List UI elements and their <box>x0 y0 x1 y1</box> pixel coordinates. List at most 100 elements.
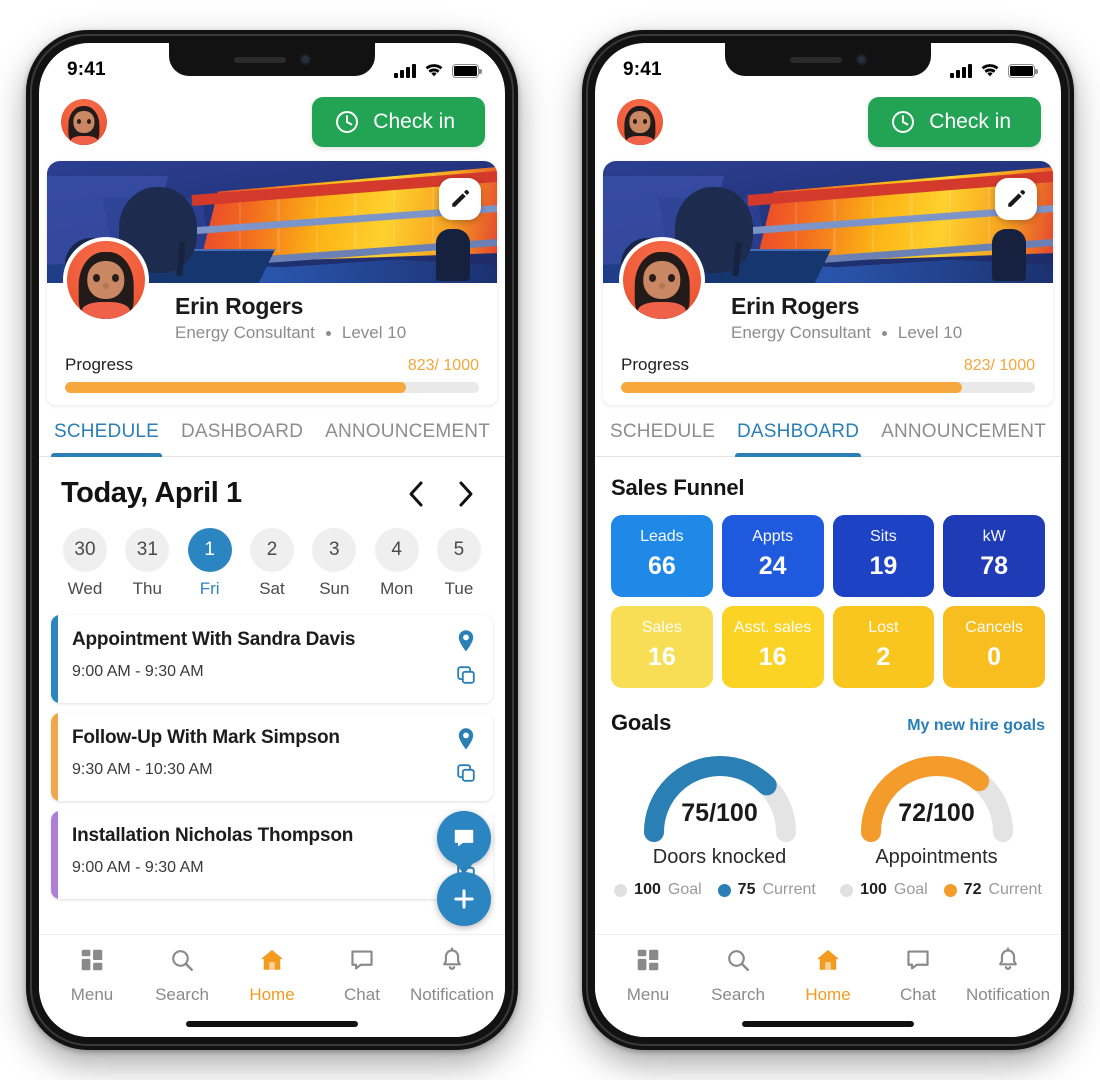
nav-item-home[interactable]: Home <box>784 947 872 1005</box>
date-weekday: Sun <box>319 579 350 598</box>
date-cell-sun[interactable]: 3 Sun <box>306 528 362 599</box>
edit-banner-button[interactable] <box>439 178 481 220</box>
date-weekday: Sat <box>259 579 285 598</box>
wifi-icon <box>425 64 443 77</box>
legend-text: Goal <box>667 881 702 898</box>
date-cell-fri[interactable]: 1 Fri <box>182 528 238 599</box>
progress-bar-fill <box>621 382 962 393</box>
appointment-title: Appointment With Sandra Davis <box>72 629 356 650</box>
tab-schedule[interactable]: SCHEDULE <box>43 405 170 457</box>
funnel-tile-value: 16 <box>647 643 676 671</box>
date-cell-wed[interactable]: 30 Wed <box>57 528 113 599</box>
legend-text: Current <box>988 881 1042 898</box>
gauge-value: 72/100 <box>898 799 975 827</box>
appointment-card[interactable]: Follow-Up With Mark Simpson 9:30 AM - 10:… <box>51 713 493 801</box>
bottom-nav-right: Menu Search Home Chat Notification <box>595 934 1061 1011</box>
floating-action-buttons <box>437 811 491 926</box>
user-avatar[interactable] <box>61 99 107 145</box>
gauge-label: Appointments <box>875 846 998 868</box>
nav-item-search[interactable]: Search <box>694 947 782 1005</box>
funnel-tile-asst-sales[interactable]: Asst. sales 16 <box>721 606 824 688</box>
date-cell-tue[interactable]: 5 Tue <box>431 528 487 599</box>
funnel-tile-sits[interactable]: Sits 19 <box>832 515 935 597</box>
appointment-card[interactable]: Appointment With Sandra Davis 9:00 AM - 9… <box>51 615 493 703</box>
nav-item-notification[interactable]: Notification <box>964 947 1052 1005</box>
funnel-tile-label: Cancels <box>965 619 1024 636</box>
nav-item-label: Menu <box>70 985 114 1004</box>
home-icon <box>258 947 286 978</box>
nav-item-menu[interactable]: Menu <box>604 947 692 1005</box>
appointment-title: Follow-Up With Mark Simpson <box>72 727 340 748</box>
date-number: 1 <box>187 528 232 572</box>
date-cell-mon[interactable]: 4 Mon <box>369 528 425 599</box>
profile-meta: Energy Consultant Level 10 <box>175 323 479 343</box>
phone-right-dashboard: 9:41 Check in Erin Rogers Energy Consult… <box>582 30 1074 1050</box>
edit-banner-button[interactable] <box>995 178 1037 220</box>
my-new-hire-goals-link[interactable]: My new hire goals <box>907 717 1045 735</box>
profile-name: Erin Rogers <box>175 293 304 319</box>
gauge-doors-knocked: 75/100 Doors knocked <box>611 742 828 869</box>
nav-item-notification[interactable]: Notification <box>408 947 496 1005</box>
legend-text: Goal <box>893 881 928 898</box>
funnel-tile-value: 0 <box>987 643 1002 671</box>
appointment-list: Appointment With Sandra Davis 9:00 AM - 9… <box>39 603 505 899</box>
add-fab-button[interactable] <box>437 872 491 926</box>
legend-value: 100 <box>634 881 661 898</box>
date-cell-sat[interactable]: 2 Sat <box>244 528 300 599</box>
status-time: 9:41 <box>623 59 662 80</box>
next-day-button[interactable] <box>455 479 477 509</box>
nav-item-label: Notification <box>409 985 495 1004</box>
date-number: 5 <box>436 528 481 572</box>
chat-icon <box>349 947 375 978</box>
tab-announcement[interactable]: ANNOUNCEMENT <box>314 405 501 456</box>
plus-icon <box>454 889 474 909</box>
tab-dashboard[interactable]: DASHBOARD <box>170 405 314 456</box>
appointment-color-stripe <box>51 615 58 703</box>
tab-schedule[interactable]: SCHEDULE <box>599 405 726 456</box>
legend-value: 75 <box>737 881 756 898</box>
schedule-date-title: Today, April 1 <box>61 477 242 509</box>
funnel-tile-appts[interactable]: Appts 24 <box>721 515 824 597</box>
nav-item-chat[interactable]: Chat <box>318 947 406 1005</box>
funnel-tile-label: Sales <box>641 619 682 636</box>
search-icon <box>725 947 751 978</box>
location-pin-icon[interactable] <box>456 629 476 660</box>
nav-item-menu[interactable]: Menu <box>48 947 136 1005</box>
appointment-time: 9:00 AM - 9:30 AM <box>72 663 204 680</box>
progress-value: 823/ 1000 <box>963 357 1035 374</box>
check-in-button[interactable]: Check in <box>312 97 485 147</box>
tab-announcement[interactable]: ANNOUNCEMENT <box>870 405 1057 456</box>
user-avatar[interactable] <box>617 99 663 145</box>
funnel-tile-lost[interactable]: Lost 2 <box>832 606 935 688</box>
date-number: 4 <box>374 528 419 572</box>
nav-item-search[interactable]: Search <box>138 947 226 1005</box>
nav-item-home[interactable]: Home <box>228 947 316 1005</box>
bottom-nav-left: Menu Search Home Chat Notification <box>39 934 505 1011</box>
date-number: 31 <box>125 528 170 572</box>
tab-dashboard[interactable]: DASHBOARD <box>726 405 870 457</box>
funnel-tile-sales[interactable]: Sales 16 <box>611 606 713 688</box>
chat-fab-button[interactable] <box>437 811 491 865</box>
status-time: 9:41 <box>67 59 106 80</box>
nav-item-label: Search <box>711 985 765 1004</box>
prev-day-button[interactable] <box>405 479 427 509</box>
phone-notch <box>725 43 931 76</box>
check-in-label: Check in <box>929 110 1011 133</box>
copy-icon[interactable] <box>455 762 477 789</box>
check-in-button[interactable]: Check in <box>868 97 1041 147</box>
date-cell-thu[interactable]: 31 Thu <box>119 528 175 599</box>
nav-item-label: Notification <box>965 985 1051 1004</box>
copy-icon[interactable] <box>455 664 477 691</box>
appointment-card[interactable]: Installation Nicholas Thompson 9:00 AM - … <box>51 811 493 899</box>
funnel-tile-leads[interactable]: Leads 66 <box>611 515 713 597</box>
profile-card: Erin Rogers Energy Consultant Level 10 P… <box>47 161 497 405</box>
goals-title: Goals <box>611 710 672 735</box>
appointment-color-stripe <box>51 713 58 801</box>
funnel-tile-kw[interactable]: kW 78 <box>943 515 1045 597</box>
funnel-tile-cancels[interactable]: Cancels 0 <box>943 606 1045 688</box>
phone-mockup-stage: 9:41 Check in Erin Rogers Energy Consult… <box>0 0 1100 1080</box>
date-weekday: Fri <box>199 579 220 598</box>
location-pin-icon[interactable] <box>456 727 476 758</box>
funnel-tile-value: 16 <box>758 643 787 671</box>
nav-item-chat[interactable]: Chat <box>874 947 962 1005</box>
